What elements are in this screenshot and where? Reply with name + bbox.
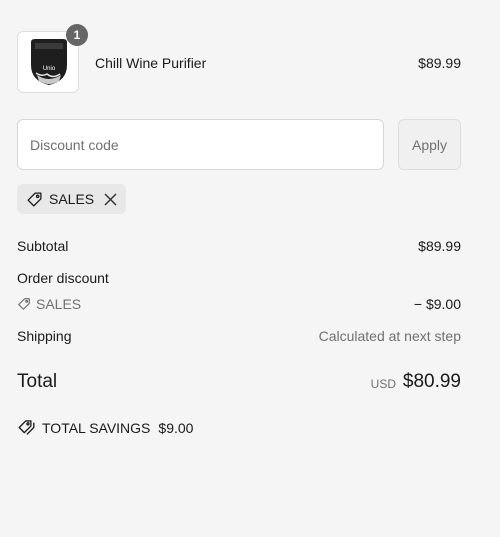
tag-icon	[17, 297, 31, 311]
product-image-logo: Unio	[43, 66, 56, 72]
product-price: $89.99	[418, 55, 461, 71]
discount-code-input[interactable]	[17, 119, 384, 170]
order-discount-code: SALES	[17, 296, 81, 312]
total-savings-label: TOTAL SAVINGS	[42, 419, 151, 436]
apply-discount-button[interactable]: Apply	[398, 119, 461, 170]
applied-discount-chip: SALES	[17, 184, 126, 214]
total-savings: TOTAL SAVINGS $9.00	[17, 419, 193, 436]
total-savings-amount: $9.00	[158, 419, 194, 436]
product-name: Chill Wine Purifier	[95, 55, 207, 71]
total-label: Total	[17, 371, 58, 392]
remove-discount-button[interactable]	[104, 193, 117, 206]
shipping-value: Calculated at next step	[318, 328, 461, 344]
subtotal-value: $89.99	[418, 238, 461, 254]
close-icon	[104, 193, 117, 205]
savings-tag-icon	[17, 419, 36, 436]
order-discount-label: Order discount	[17, 270, 109, 286]
order-discount-code-text: SALES	[36, 296, 82, 312]
order-discount-value: − $9.00	[413, 296, 461, 312]
shipping-label: Shipping	[17, 328, 72, 344]
total-currency: USD	[370, 377, 396, 391]
subtotal-label: Subtotal	[17, 238, 69, 254]
applied-discount-code: SALES	[49, 191, 95, 207]
quantity-badge: 1	[66, 24, 88, 46]
total-amount: $80.99	[402, 371, 461, 392]
product-image: Unio	[31, 39, 67, 85]
tag-icon	[26, 191, 43, 208]
